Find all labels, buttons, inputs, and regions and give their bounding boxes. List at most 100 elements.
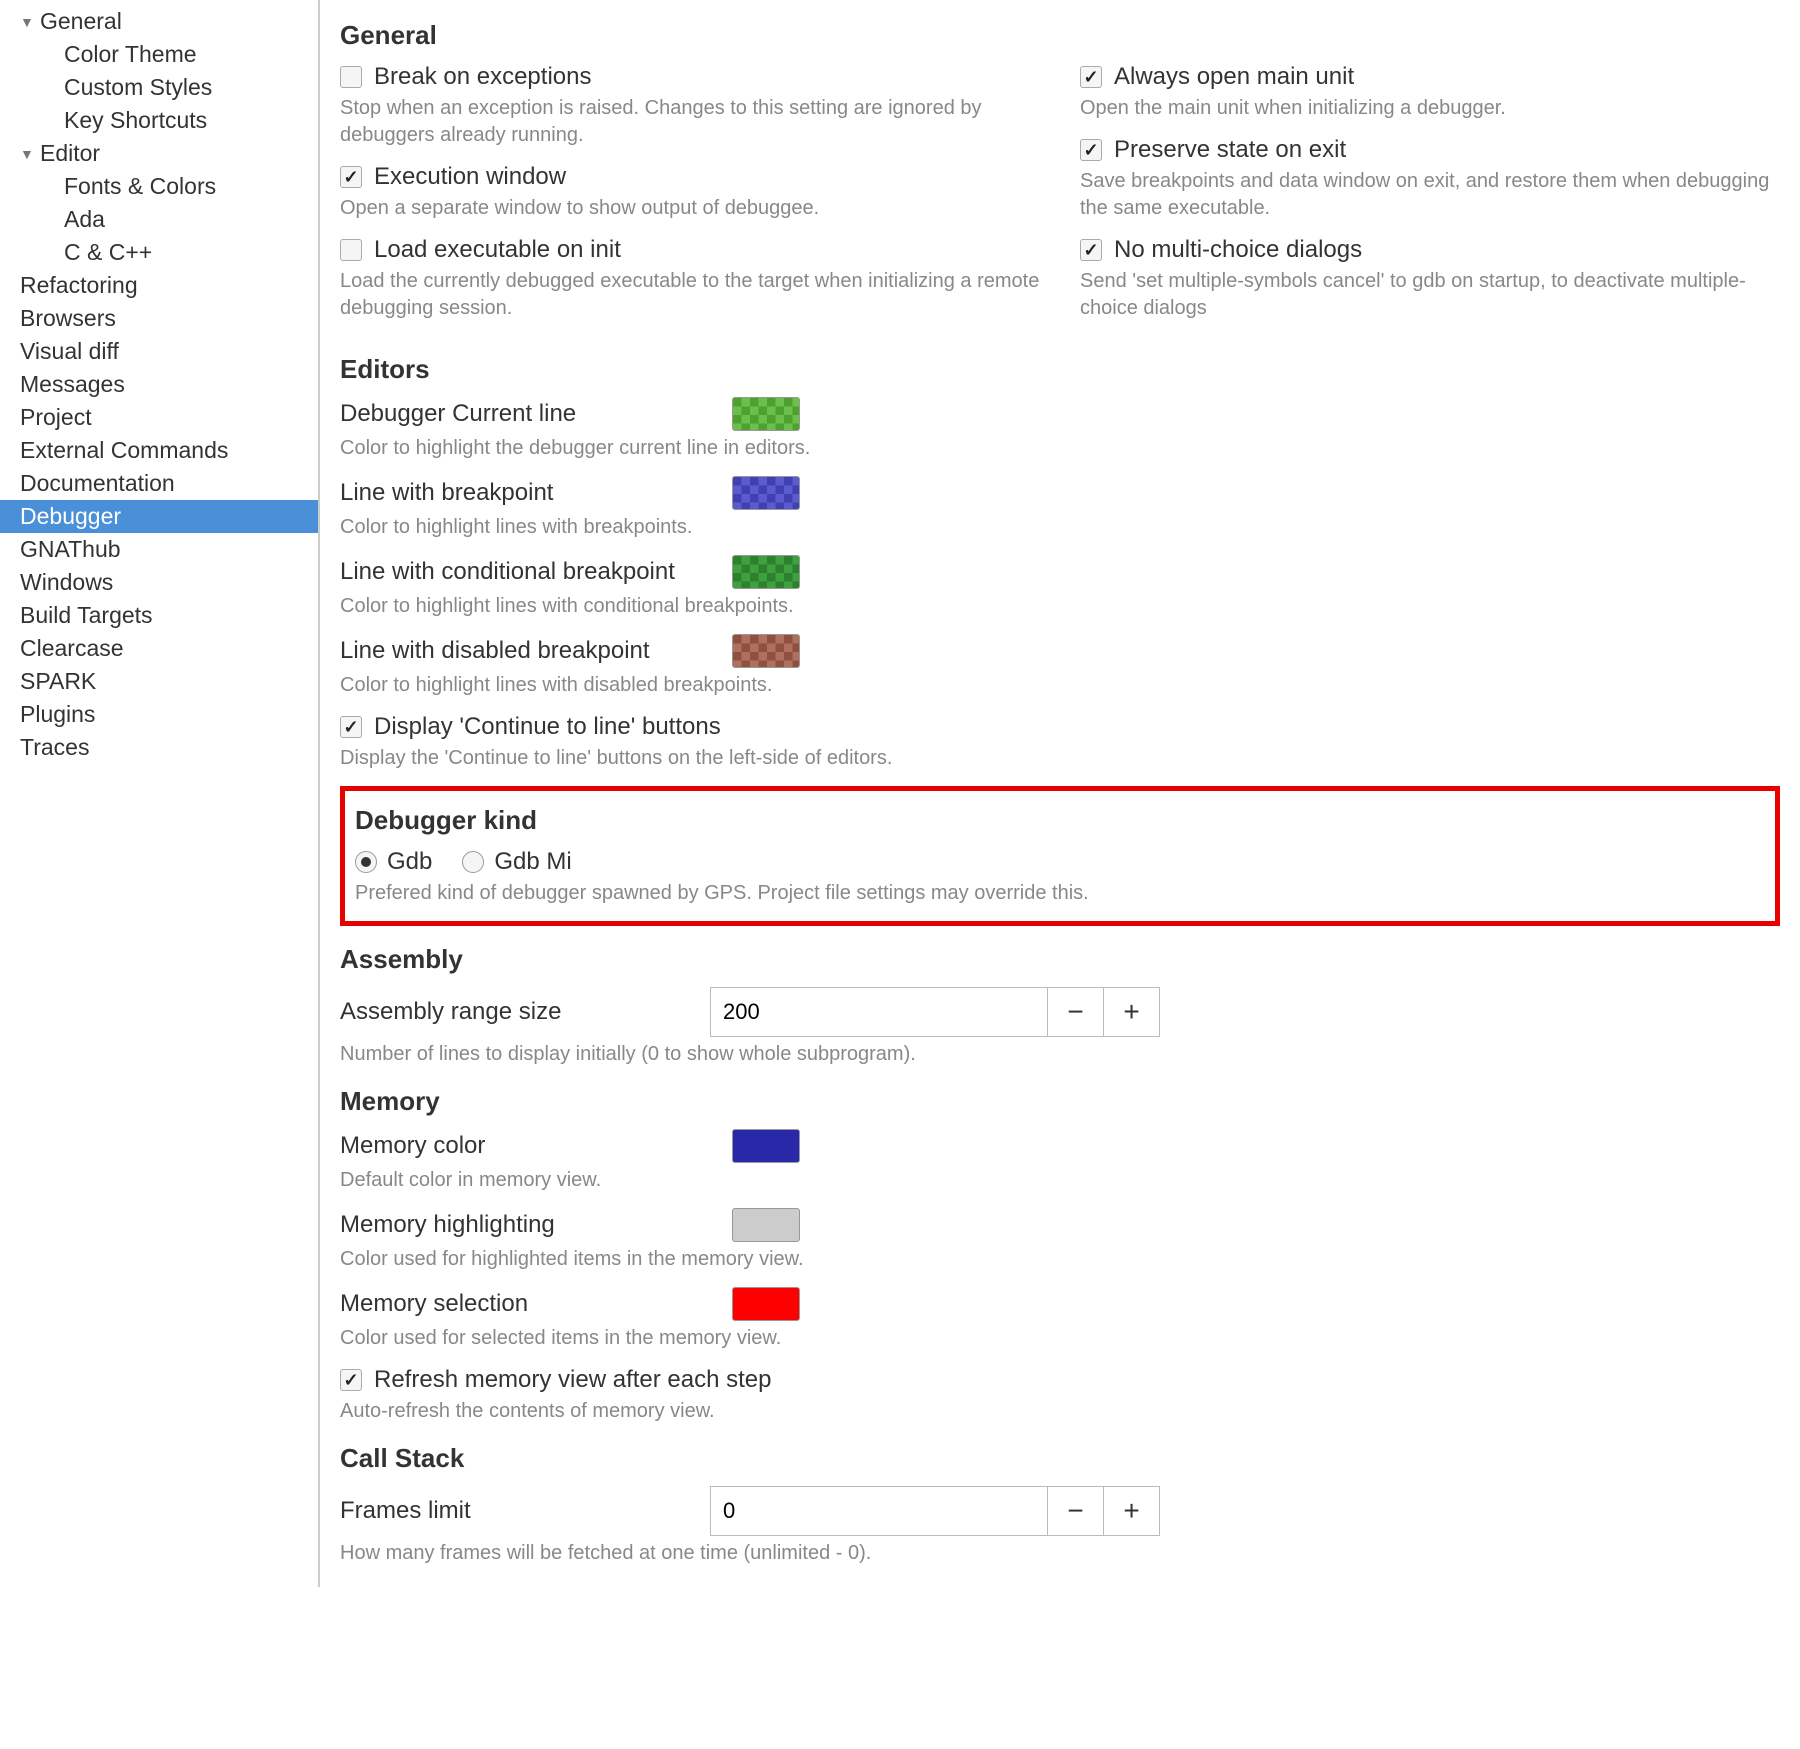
color-desc: Default color in memory view. <box>340 1167 1780 1194</box>
tree-arrow-icon: ▼ <box>20 14 34 30</box>
sidebar-item-visual-diff[interactable]: Visual diff <box>0 335 318 368</box>
debugger-kind-radio-gdb[interactable] <box>355 851 377 873</box>
sidebar-item-label: External Commands <box>20 437 228 464</box>
assembly-range-minus-button[interactable]: − <box>1048 987 1104 1037</box>
display-continue-desc: Display the 'Continue to line' buttons o… <box>340 745 1780 772</box>
debugger-kind-highlight: Debugger kind GdbGdb Mi Prefered kind of… <box>340 786 1780 926</box>
section-debugger-kind-heading: Debugger kind <box>355 805 1765 836</box>
color-swatch[interactable] <box>732 1287 800 1321</box>
sidebar-item-label: Windows <box>20 569 113 596</box>
sidebar: ▼General Color Theme Custom Styles Key Shor… <box>0 0 320 1587</box>
sidebar-item-messages[interactable]: Messages <box>0 368 318 401</box>
sidebar-item-fonts-colors[interactable]: Fonts & Colors <box>0 170 318 203</box>
color-label: Line with breakpoint <box>340 479 553 507</box>
tree-arrow-icon: ▼ <box>20 146 34 162</box>
setting-desc: Open a separate window to show output of… <box>340 195 1040 222</box>
sidebar-item-label: Project <box>20 404 92 431</box>
setting-label: Preserve state on exit <box>1114 136 1346 164</box>
sidebar-item-color-theme[interactable]: Color Theme <box>0 38 318 71</box>
sidebar-item-windows[interactable]: Windows <box>0 566 318 599</box>
sidebar-item-label: Documentation <box>20 470 175 497</box>
setting-desc: Save breakpoints and data window on exit… <box>1080 168 1780 222</box>
setting-label: Always open main unit <box>1114 63 1354 91</box>
frames-limit-label: Frames limit <box>340 1497 710 1525</box>
sidebar-item-build-targets[interactable]: Build Targets <box>0 599 318 632</box>
section-general-heading: General <box>340 20 1780 51</box>
sidebar-item-label: Clearcase <box>20 635 124 662</box>
color-desc: Color used for selected items in the mem… <box>340 1325 1780 1352</box>
sidebar-item-documentation[interactable]: Documentation <box>0 467 318 500</box>
sidebar-item-refactoring[interactable]: Refactoring <box>0 269 318 302</box>
assembly-range-label: Assembly range size <box>340 998 710 1026</box>
sidebar-item-label: Key Shortcuts <box>64 107 207 134</box>
setting-label: Execution window <box>374 163 566 191</box>
sidebar-item-external-commands[interactable]: External Commands <box>0 434 318 467</box>
debugger-kind-radio-gdb-mi[interactable] <box>462 851 484 873</box>
execution-window-checkbox[interactable] <box>340 166 362 188</box>
sidebar-item-plugins[interactable]: Plugins <box>0 698 318 731</box>
always-open-main-unit-checkbox[interactable] <box>1080 66 1102 88</box>
preserve-state-on-exit-checkbox[interactable] <box>1080 139 1102 161</box>
color-swatch[interactable] <box>732 1129 800 1163</box>
sidebar-item-label: Editor <box>40 140 100 167</box>
frames-limit-minus-button[interactable]: − <box>1048 1486 1104 1536</box>
frames-limit-input[interactable] <box>710 1486 1048 1536</box>
sidebar-item-traces[interactable]: Traces <box>0 731 318 764</box>
sidebar-item-label: Messages <box>20 371 125 398</box>
sidebar-item-editor[interactable]: ▼ Editor <box>0 137 318 170</box>
sidebar-item-clearcase[interactable]: Clearcase <box>0 632 318 665</box>
setting-label: No multi-choice dialogs <box>1114 236 1362 264</box>
sidebar-item-label: Custom Styles <box>64 74 212 101</box>
sidebar-item-ada[interactable]: Ada <box>0 203 318 236</box>
sidebar-item-label: Ada <box>64 206 105 233</box>
sidebar-item-label: Color Theme <box>64 41 197 68</box>
sidebar-item-label: SPARK <box>20 668 96 695</box>
color-swatch[interactable] <box>732 397 800 431</box>
sidebar-item-general[interactable]: ▼General <box>0 5 318 38</box>
sidebar-item-gnathub[interactable]: GNAThub <box>0 533 318 566</box>
main-content: General Break on exceptionsStop when an … <box>320 0 1800 1587</box>
sidebar-item-spark[interactable]: SPARK <box>0 665 318 698</box>
sidebar-item-label: Traces <box>20 734 89 761</box>
load-executable-on-init-checkbox[interactable] <box>340 239 362 261</box>
section-assembly-heading: Assembly <box>340 944 1780 975</box>
color-swatch[interactable] <box>732 634 800 668</box>
refresh-memory-checkbox[interactable] <box>340 1369 362 1391</box>
sidebar-item-label: C & C++ <box>64 239 152 266</box>
color-swatch[interactable] <box>732 1208 800 1242</box>
sidebar-item-project[interactable]: Project <box>0 401 318 434</box>
setting-label: Break on exceptions <box>374 63 591 91</box>
refresh-memory-desc: Auto-refresh the contents of memory view… <box>340 1398 1780 1425</box>
assembly-range-input[interactable] <box>710 987 1048 1037</box>
refresh-memory-label: Refresh memory view after each step <box>374 1366 772 1394</box>
color-label: Memory selection <box>340 1290 528 1318</box>
color-desc: Color used for highlighted items in the … <box>340 1246 1780 1273</box>
sidebar-item-label: Refactoring <box>20 272 138 299</box>
sidebar-item-c-c-[interactable]: C & C++ <box>0 236 318 269</box>
frames-limit-plus-button[interactable]: + <box>1104 1486 1160 1536</box>
frames-limit-desc: How many frames will be fetched at one t… <box>340 1540 1780 1567</box>
section-callstack-heading: Call Stack <box>340 1443 1780 1474</box>
sidebar-item-label: Browsers <box>20 305 116 332</box>
display-continue-label: Display 'Continue to line' buttons <box>374 713 721 741</box>
color-label: Memory color <box>340 1132 485 1160</box>
no-multi-choice-dialogs-checkbox[interactable] <box>1080 239 1102 261</box>
sidebar-item-label: Fonts & Colors <box>64 173 216 200</box>
color-swatch[interactable] <box>732 555 800 589</box>
sidebar-item-key-shortcuts[interactable]: Key Shortcuts <box>0 104 318 137</box>
debugger-kind-desc: Prefered kind of debugger spawned by GPS… <box>355 880 1765 907</box>
color-desc: Color to highlight the debugger current … <box>340 435 1780 462</box>
sidebar-item-label: Plugins <box>20 701 95 728</box>
color-label: Memory highlighting <box>340 1211 555 1239</box>
color-swatch[interactable] <box>732 476 800 510</box>
break-on-exceptions-checkbox[interactable] <box>340 66 362 88</box>
sidebar-item-browsers[interactable]: Browsers <box>0 302 318 335</box>
display-continue-checkbox[interactable] <box>340 716 362 738</box>
sidebar-item-debugger[interactable]: Debugger <box>0 500 318 533</box>
color-label: Line with conditional breakpoint <box>340 558 675 586</box>
color-desc: Color to highlight lines with disabled b… <box>340 672 1780 699</box>
sidebar-item-custom-styles[interactable]: Custom Styles <box>0 71 318 104</box>
assembly-range-plus-button[interactable]: + <box>1104 987 1160 1037</box>
sidebar-item-label: Debugger <box>20 503 121 530</box>
setting-desc: Load the currently debugged executable t… <box>340 268 1040 322</box>
